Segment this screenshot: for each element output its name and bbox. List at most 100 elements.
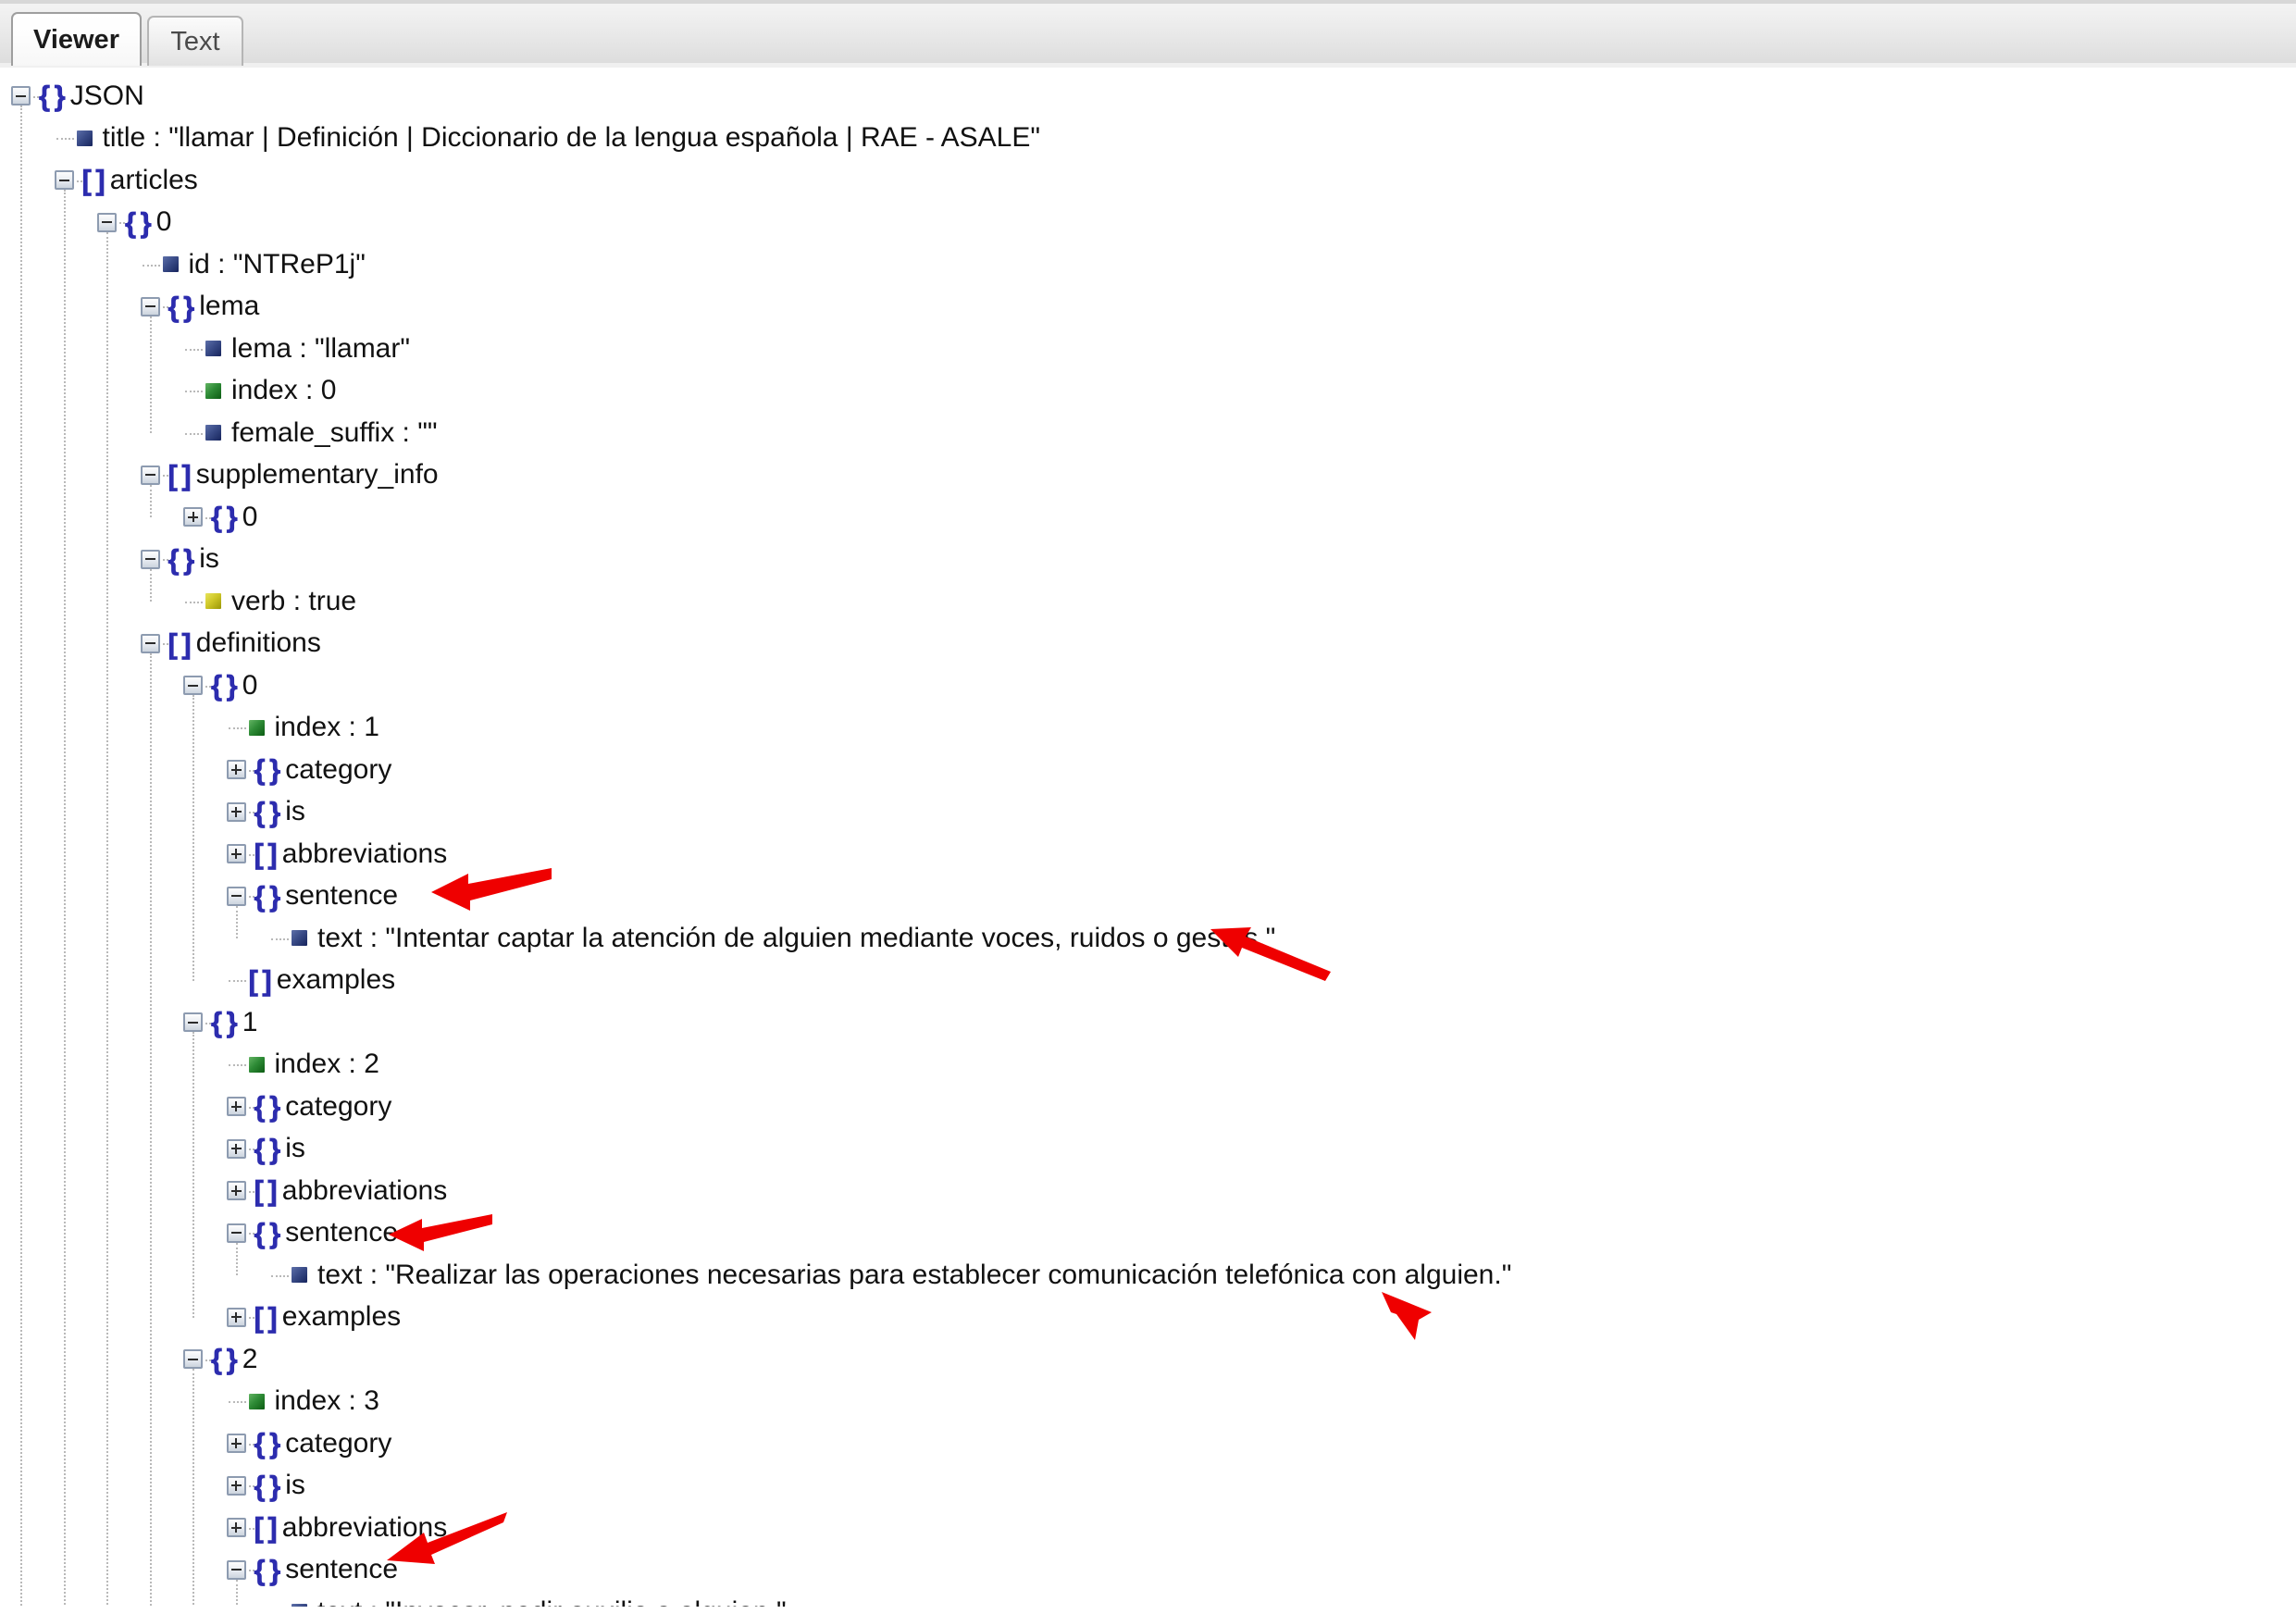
tree-connector-icon xyxy=(227,1392,246,1411)
expand-node-icon[interactable] xyxy=(226,1097,246,1117)
tree-row[interactable]: { } 1 xyxy=(0,1001,2296,1044)
tree-row[interactable]: index : 1 xyxy=(0,707,2296,750)
tab-viewer[interactable]: Viewer xyxy=(11,12,142,66)
tree-row[interactable]: { } is xyxy=(0,1128,2296,1171)
tree-node-label: sentence xyxy=(285,1217,399,1248)
tree-node-label: examples xyxy=(281,1301,402,1333)
collapse-node-icon[interactable] xyxy=(140,549,160,569)
tree-guide-line xyxy=(106,231,108,1607)
tree-row[interactable]: title : "llamar | Definición | Diccionar… xyxy=(0,118,2296,160)
object-braces-icon: { } xyxy=(254,1090,280,1124)
expand-node-icon[interactable] xyxy=(183,507,203,528)
collapse-node-icon[interactable] xyxy=(226,886,246,906)
number-value-icon xyxy=(248,1393,265,1409)
tree-row[interactable]: [ ] abbreviations xyxy=(0,1170,2296,1212)
tree-node-label: abbreviations xyxy=(281,838,448,869)
tree-row[interactable]: index : 3 xyxy=(0,1381,2296,1423)
tree-row[interactable]: { } is xyxy=(0,791,2296,834)
tree-row[interactable]: { } sentence xyxy=(0,875,2296,918)
tree-row[interactable]: index : 0 xyxy=(0,370,2296,413)
tree-row[interactable]: { } 2 xyxy=(0,1338,2296,1381)
tree-connector-icon xyxy=(269,1265,289,1285)
collapse-node-icon[interactable] xyxy=(97,212,117,232)
expand-node-icon[interactable] xyxy=(226,1518,246,1538)
json-tree[interactable]: { } JSON title : "llamar | Definición | Di… xyxy=(0,68,2296,1607)
tree-row[interactable]: { } JSON xyxy=(0,75,2296,118)
expand-node-icon[interactable] xyxy=(226,1138,246,1159)
tree-row[interactable]: [ ] examples xyxy=(0,1297,2296,1339)
tree-row[interactable]: [ ] abbreviations xyxy=(0,833,2296,875)
collapse-node-icon[interactable] xyxy=(11,86,31,106)
expand-node-icon[interactable] xyxy=(226,1475,246,1496)
string-value-icon xyxy=(292,1267,307,1284)
tree-row[interactable]: [ ] supplementary_info xyxy=(0,454,2296,497)
tab-strip: Viewer Text xyxy=(0,0,2296,73)
tree-row[interactable]: verb : true xyxy=(0,580,2296,623)
tree-row[interactable]: { } category xyxy=(0,1086,2296,1128)
expand-node-icon[interactable] xyxy=(226,801,246,822)
expand-node-icon[interactable] xyxy=(226,1434,246,1454)
tree-node-label: id : "NTReP1j" xyxy=(188,248,366,279)
string-value-icon xyxy=(292,930,307,947)
collapse-node-icon[interactable] xyxy=(226,1223,246,1243)
tree-guide-line xyxy=(235,1242,238,1275)
tree-row[interactable]: [ ] examples xyxy=(0,960,2296,1002)
tree-row[interactable]: { } 0 xyxy=(0,496,2296,539)
tab-text[interactable]: Text xyxy=(146,16,243,66)
tree-row[interactable]: { } lema xyxy=(0,286,2296,329)
tree-row[interactable]: { } category xyxy=(0,1422,2296,1465)
object-braces-icon: { } xyxy=(211,501,238,534)
tree-row[interactable]: { } 0 xyxy=(0,202,2296,244)
tree-node-label: 2 xyxy=(242,1343,258,1374)
tree-row[interactable]: lema : "llamar" xyxy=(0,328,2296,370)
tree-row[interactable]: text : "Intentar captar la atención de a… xyxy=(0,917,2296,960)
tree-row[interactable]: { } is xyxy=(0,1465,2296,1508)
tree-row[interactable]: { } category xyxy=(0,749,2296,791)
tree-row[interactable]: { } is xyxy=(0,539,2296,581)
collapse-node-icon[interactable] xyxy=(140,465,160,485)
collapse-node-icon[interactable] xyxy=(183,1349,203,1370)
tree-row[interactable]: [ ] definitions xyxy=(0,623,2296,665)
collapse-node-icon[interactable] xyxy=(183,676,203,696)
collapse-node-icon[interactable] xyxy=(140,296,160,317)
string-value-icon xyxy=(162,256,179,273)
tree-row[interactable]: text : "Realizar las operaciones necesar… xyxy=(0,1254,2296,1297)
tree-row[interactable]: text : "Invocar, pedir auxilio a alguien… xyxy=(0,1591,2296,1607)
tree-node-label: 0 xyxy=(155,206,172,238)
tree-row[interactable]: index : 2 xyxy=(0,1044,2296,1086)
collapse-node-icon[interactable] xyxy=(54,170,74,191)
collapse-node-icon[interactable] xyxy=(183,1012,203,1033)
tree-node-label: index : 0 xyxy=(231,375,337,406)
string-value-icon xyxy=(292,1604,307,1607)
expand-node-icon[interactable] xyxy=(226,844,246,864)
tree-row[interactable]: [ ] articles xyxy=(0,159,2296,202)
tree-guide-line xyxy=(192,694,194,981)
expand-node-icon[interactable] xyxy=(226,760,246,780)
tree-node-label: index : 3 xyxy=(274,1385,379,1417)
tree-row[interactable]: { } 0 xyxy=(0,664,2296,707)
tree-node-label: lema : "llamar" xyxy=(231,332,411,364)
tree-row[interactable]: { } sentence xyxy=(0,1549,2296,1592)
collapse-node-icon[interactable] xyxy=(226,1559,246,1580)
string-value-icon xyxy=(205,341,221,357)
collapse-node-icon[interactable] xyxy=(140,633,160,653)
tree-connector-icon xyxy=(183,381,203,401)
object-braces-icon: { } xyxy=(211,1343,238,1376)
expand-node-icon[interactable] xyxy=(226,1181,246,1201)
tree-row[interactable]: female_suffix : "" xyxy=(0,412,2296,454)
tree-guide-line xyxy=(149,568,152,602)
tree-node-label: index : 2 xyxy=(274,1049,379,1080)
tree-row[interactable]: [ ] abbreviations xyxy=(0,1507,2296,1549)
tree-row[interactable]: id : "NTReP1j" xyxy=(0,243,2296,286)
tree-row[interactable]: { } sentence xyxy=(0,1212,2296,1255)
expand-node-icon[interactable] xyxy=(226,1307,246,1327)
tree-connector-icon xyxy=(55,129,74,148)
array-brackets-icon: [ ] xyxy=(254,1511,278,1545)
